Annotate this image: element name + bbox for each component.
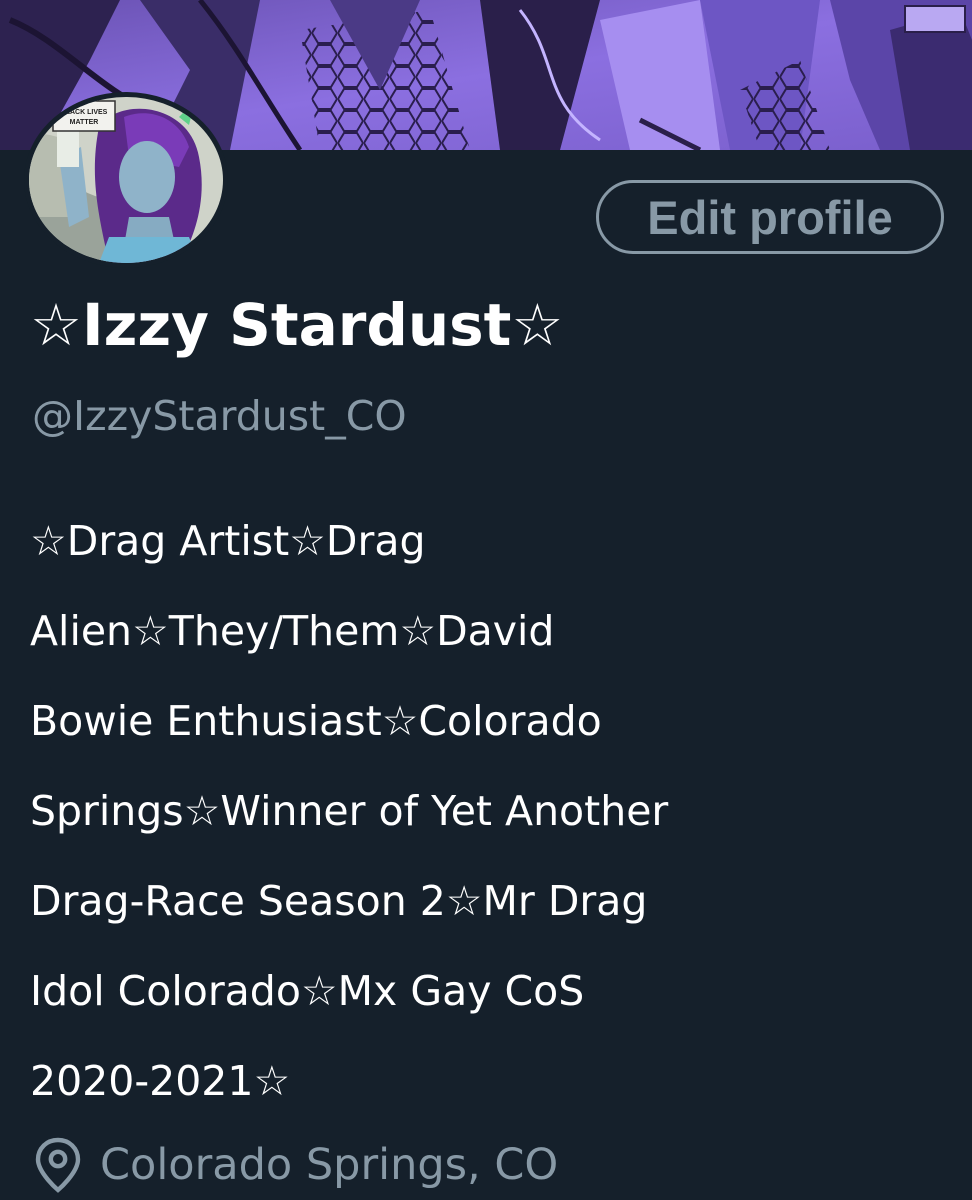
- edit-profile-button[interactable]: Edit profile: [596, 180, 944, 254]
- bio-line: Idol Colorado☆Mx Gay CoS: [30, 967, 585, 1015]
- profile-avatar[interactable]: BLACK LIVES MATTER: [24, 92, 228, 268]
- avatar-sign-text: BLACK LIVES: [61, 109, 108, 116]
- bio-line: Bowie Enthusiast☆Colorado: [30, 697, 602, 745]
- location-pin-icon: [35, 1137, 81, 1193]
- bio-line: Alien☆They/Them☆David: [30, 607, 555, 655]
- bio-line: Springs☆Winner of Yet Another: [30, 787, 669, 835]
- location-text: Colorado Springs, CO: [100, 1140, 559, 1190]
- svg-text:MATTER: MATTER: [70, 119, 99, 126]
- profile-page: BLACK LIVES MATTER Edit profile ☆Izzy St…: [0, 0, 972, 1200]
- profile-location: Colorado Springs, CO: [34, 1130, 558, 1200]
- user-handle: @IzzyStardust_CO: [32, 392, 407, 440]
- display-name: ☆Izzy Stardust☆: [30, 291, 564, 359]
- bio-line: 2020-2021☆: [30, 1057, 291, 1105]
- bio-line: Drag-Race Season 2☆Mr Drag: [30, 877, 648, 925]
- bio-line: ☆Drag Artist☆Drag: [30, 517, 426, 565]
- profile-bio: ☆Drag Artist☆Drag Alien☆They/Them☆David …: [30, 496, 930, 1126]
